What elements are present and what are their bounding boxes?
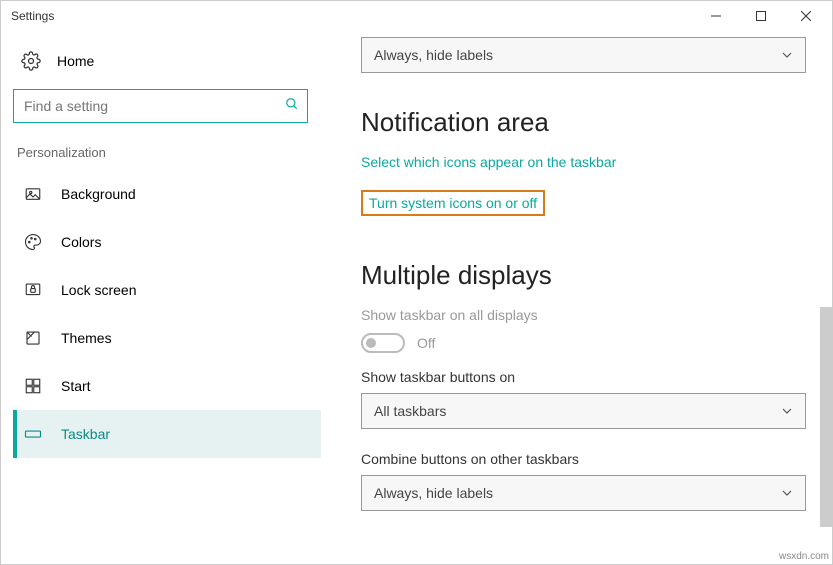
taskbar-icon [23, 424, 43, 444]
window-controls [693, 2, 828, 30]
watermark: wsxdn.com [779, 551, 829, 562]
lock-screen-icon [23, 280, 43, 300]
dropdown-value: All taskbars [374, 403, 446, 419]
window-titlebar: Settings [1, 1, 832, 31]
sidebar: Home Personalization Background Colors L… [1, 31, 321, 564]
scrollbar-thumb[interactable] [820, 307, 832, 527]
close-button[interactable] [783, 2, 828, 30]
dropdown-value: Always, hide labels [374, 47, 493, 63]
sidebar-item-taskbar[interactable]: Taskbar [13, 410, 321, 458]
home-label: Home [57, 53, 94, 69]
sidebar-item-label: Taskbar [61, 426, 110, 442]
start-icon [23, 376, 43, 396]
show-all-displays-label: Show taskbar on all displays [361, 307, 796, 323]
sidebar-item-lock-screen[interactable]: Lock screen [13, 266, 321, 314]
show-all-displays-toggle-row: Off [361, 333, 796, 353]
show-all-displays-toggle[interactable] [361, 333, 405, 353]
main-panel: Always, hide labels Notification area Se… [321, 31, 832, 564]
section-label: Personalization [13, 141, 321, 170]
maximize-button[interactable] [738, 2, 783, 30]
select-icons-link[interactable]: Select which icons appear on the taskbar [361, 154, 796, 170]
show-buttons-label: Show taskbar buttons on [361, 369, 796, 385]
combine-other-label: Combine buttons on other taskbars [361, 451, 796, 467]
sidebar-item-start[interactable]: Start [13, 362, 321, 410]
gear-icon [21, 51, 41, 71]
chevron-down-icon [781, 487, 793, 499]
sidebar-item-label: Background [61, 186, 136, 202]
turn-system-icons-link[interactable]: Turn system icons on or off [361, 190, 545, 216]
toggle-state-label: Off [417, 335, 435, 351]
multiple-displays-heading: Multiple displays [361, 260, 796, 291]
chevron-down-icon [781, 49, 793, 61]
show-buttons-dropdown[interactable]: All taskbars [361, 393, 806, 429]
notification-area-heading: Notification area [361, 107, 796, 138]
sidebar-item-label: Themes [61, 330, 112, 346]
search-icon [285, 97, 299, 116]
colors-icon [23, 232, 43, 252]
sidebar-item-label: Start [61, 378, 91, 394]
search-input[interactable] [13, 89, 308, 123]
combine-other-dropdown[interactable]: Always, hide labels [361, 475, 806, 511]
dropdown-value: Always, hide labels [374, 485, 493, 501]
home-nav[interactable]: Home [13, 39, 321, 89]
sidebar-item-label: Colors [61, 234, 101, 250]
sidebar-item-label: Lock screen [61, 282, 136, 298]
window-title: Settings [11, 9, 693, 23]
minimize-button[interactable] [693, 2, 738, 30]
sidebar-item-themes[interactable]: Themes [13, 314, 321, 362]
chevron-down-icon [781, 405, 793, 417]
sidebar-item-colors[interactable]: Colors [13, 218, 321, 266]
background-icon [23, 184, 43, 204]
search-field[interactable] [22, 97, 285, 115]
sidebar-item-background[interactable]: Background [13, 170, 321, 218]
themes-icon [23, 328, 43, 348]
combine-buttons-dropdown-top[interactable]: Always, hide labels [361, 37, 806, 73]
